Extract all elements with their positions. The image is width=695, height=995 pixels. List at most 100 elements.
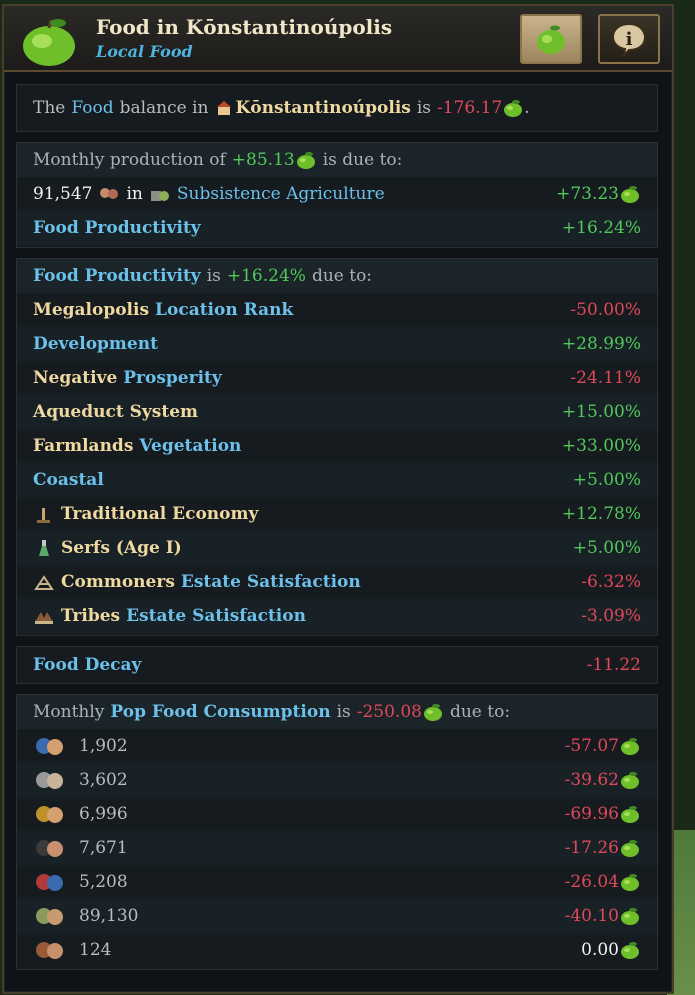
peasants-pop-icon <box>36 908 63 925</box>
pop-count: 6,996 <box>79 804 128 824</box>
clergy-pop-icon <box>36 772 63 789</box>
pop-consumption-value: 0.00 <box>581 940 619 960</box>
modifier-type[interactable]: Location Rank <box>155 300 293 320</box>
apple-icon <box>423 704 442 721</box>
tooltip-title: Food in Kōnstantinoúpolis <box>96 15 393 39</box>
consumption-head-prefix: Monthly <box>33 702 105 722</box>
productivity-box: Food Productivity is +16.24% due to: Meg… <box>16 258 658 636</box>
tooltip-subtitle[interactable]: Local Food <box>96 42 193 61</box>
modifier-value: -50.00% <box>570 300 641 320</box>
pop-row-peasants[interactable]: 89,130 -40.10 <box>17 899 657 933</box>
modifier-row-traditional-economy[interactable]: Traditional Economy +12.78% <box>17 497 657 531</box>
balance-is: is <box>416 98 432 118</box>
food-decay-value: -11.22 <box>586 655 641 675</box>
modifier-type[interactable]: Coastal <box>33 470 104 490</box>
pop-count: 1,902 <box>79 736 128 756</box>
modifier-type[interactable]: Estate Satisfaction <box>126 606 306 626</box>
apple-icon <box>296 152 315 169</box>
modifier-value: -6.32% <box>581 572 641 592</box>
modifier-source[interactable]: Farmlands <box>33 436 133 456</box>
subsistence-value: +73.23 <box>556 184 619 204</box>
modifier-source[interactable]: Aqueduct System <box>33 402 198 422</box>
production-head-value: +85.13 <box>231 150 295 170</box>
modifier-source[interactable]: Serfs (Age I) <box>61 538 182 558</box>
production-head-prefix: Monthly production of <box>33 150 226 170</box>
modifier-type[interactable]: Estate Satisfaction <box>181 572 361 592</box>
pop-count: 5,208 <box>79 872 128 892</box>
modifier-row-serfs[interactable]: Serfs (Age I) +5.00% <box>17 531 657 565</box>
modifier-row-development[interactable]: Development +28.99% <box>17 327 657 361</box>
modifier-value: +15.00% <box>561 402 641 422</box>
pop-consumption-value: -40.10 <box>564 906 619 926</box>
balance-value: -176.17 <box>437 98 503 118</box>
consumption-head-value: -250.08 <box>356 702 422 722</box>
consumption-head-label[interactable]: Pop Food Consumption <box>110 702 330 722</box>
food-productivity-label[interactable]: Food Productivity <box>33 218 201 238</box>
subsistence-label[interactable]: Subsistence Agriculture <box>177 184 385 204</box>
modifier-row-commoners[interactable]: Commoners Estate Satisfaction -6.32% <box>17 565 657 599</box>
food-decay-row[interactable]: Food Decay -11.22 <box>17 648 657 682</box>
food-decay-label[interactable]: Food Decay <box>33 655 141 675</box>
info-button[interactable]: i <box>598 14 660 64</box>
modifier-row-vegetation[interactable]: Farmlands Vegetation +33.00% <box>17 429 657 463</box>
tooltip-header: Food in Kōnstantinoúpolis Local Food i <box>4 6 672 72</box>
soldiers-pop-icon <box>36 874 63 891</box>
food-goods-button[interactable] <box>520 14 582 64</box>
apple-icon <box>621 908 639 925</box>
torch-icon <box>37 508 50 523</box>
modifier-row-aqueduct[interactable]: Aqueduct System +15.00% <box>17 395 657 429</box>
apple-icon <box>504 100 523 117</box>
modifier-value: +5.00% <box>572 538 641 558</box>
modifier-row-prosperity[interactable]: Negative Prosperity -24.11% <box>17 361 657 395</box>
city-icon <box>216 101 231 115</box>
pop-row-burghers[interactable]: 6,996 -69.96 <box>17 797 657 831</box>
production-box: Monthly production of +85.13 is due to: … <box>16 142 658 248</box>
apple-icon <box>537 25 565 54</box>
modifier-value: -3.09% <box>581 606 641 626</box>
modifier-type[interactable]: Prosperity <box>123 368 222 388</box>
pop-row-laborers[interactable]: 7,671 -17.26 <box>17 831 657 865</box>
balance-box: The Food balance in Kōnstantinoúpolis is… <box>16 84 658 132</box>
food-productivity-value: +16.24% <box>561 218 641 238</box>
balance-location[interactable]: Kōnstantinoúpolis <box>236 98 411 118</box>
pop-row-soldiers[interactable]: 5,208 -26.04 <box>17 865 657 899</box>
productivity-head-is: is <box>206 266 221 286</box>
pop-consumption-value: -69.96 <box>564 804 619 824</box>
modifier-source[interactable]: Tribes <box>61 606 120 626</box>
consumption-box: Monthly Pop Food Consumption is -250.08 … <box>16 694 658 970</box>
subsistence-row[interactable]: 91,547 in Subsistence Agriculture +73.23 <box>17 177 657 211</box>
modifier-type[interactable]: Vegetation <box>139 436 241 456</box>
pop-consumption-value: -57.07 <box>564 736 619 756</box>
modifier-value: -24.11% <box>570 368 641 388</box>
nobles-pop-icon <box>36 738 63 755</box>
balance-resource[interactable]: Food <box>71 98 113 118</box>
modifier-source[interactable]: Commoners <box>61 572 175 592</box>
pop-row-slaves[interactable]: 124 0.00 <box>17 933 657 967</box>
balance-suffix: . <box>524 98 530 118</box>
pop-consumption-value: -39.62 <box>564 770 619 790</box>
pop-consumption-value: -26.04 <box>564 872 619 892</box>
decay-box: Food Decay -11.22 <box>16 646 658 684</box>
subsistence-pops: 91,547 <box>33 184 93 204</box>
consumption-head-is: is <box>336 702 351 722</box>
production-head-suffix: is due to: <box>322 150 403 170</box>
modifier-row-location-rank[interactable]: Megalopolis Location Rank -50.00% <box>17 293 657 327</box>
modifier-row-tribes[interactable]: Tribes Estate Satisfaction -3.09% <box>17 599 657 633</box>
food-productivity-row[interactable]: Food Productivity +16.24% <box>17 211 657 245</box>
farming-icon <box>150 191 169 201</box>
productivity-head-label[interactable]: Food Productivity <box>33 266 201 286</box>
balance-mid: balance in <box>119 98 209 118</box>
flask-icon <box>39 540 49 556</box>
svg-text:i: i <box>626 29 633 50</box>
modifier-source[interactable]: Traditional Economy <box>61 504 258 524</box>
consumption-head-suffix: due to: <box>449 702 511 722</box>
modifier-source[interactable]: Megalopolis <box>33 300 149 320</box>
balance-prefix: The <box>33 98 66 118</box>
modifier-row-coastal[interactable]: Coastal +5.00% <box>17 463 657 497</box>
pop-row-nobles[interactable]: 1,902 -57.07 <box>17 729 657 763</box>
pop-row-clergy[interactable]: 3,602 -39.62 <box>17 763 657 797</box>
modifier-type[interactable]: Development <box>33 334 158 354</box>
pop-count: 124 <box>79 940 112 960</box>
modifier-source[interactable]: Negative <box>33 368 117 388</box>
pop-consumption-value: -17.26 <box>564 838 619 858</box>
